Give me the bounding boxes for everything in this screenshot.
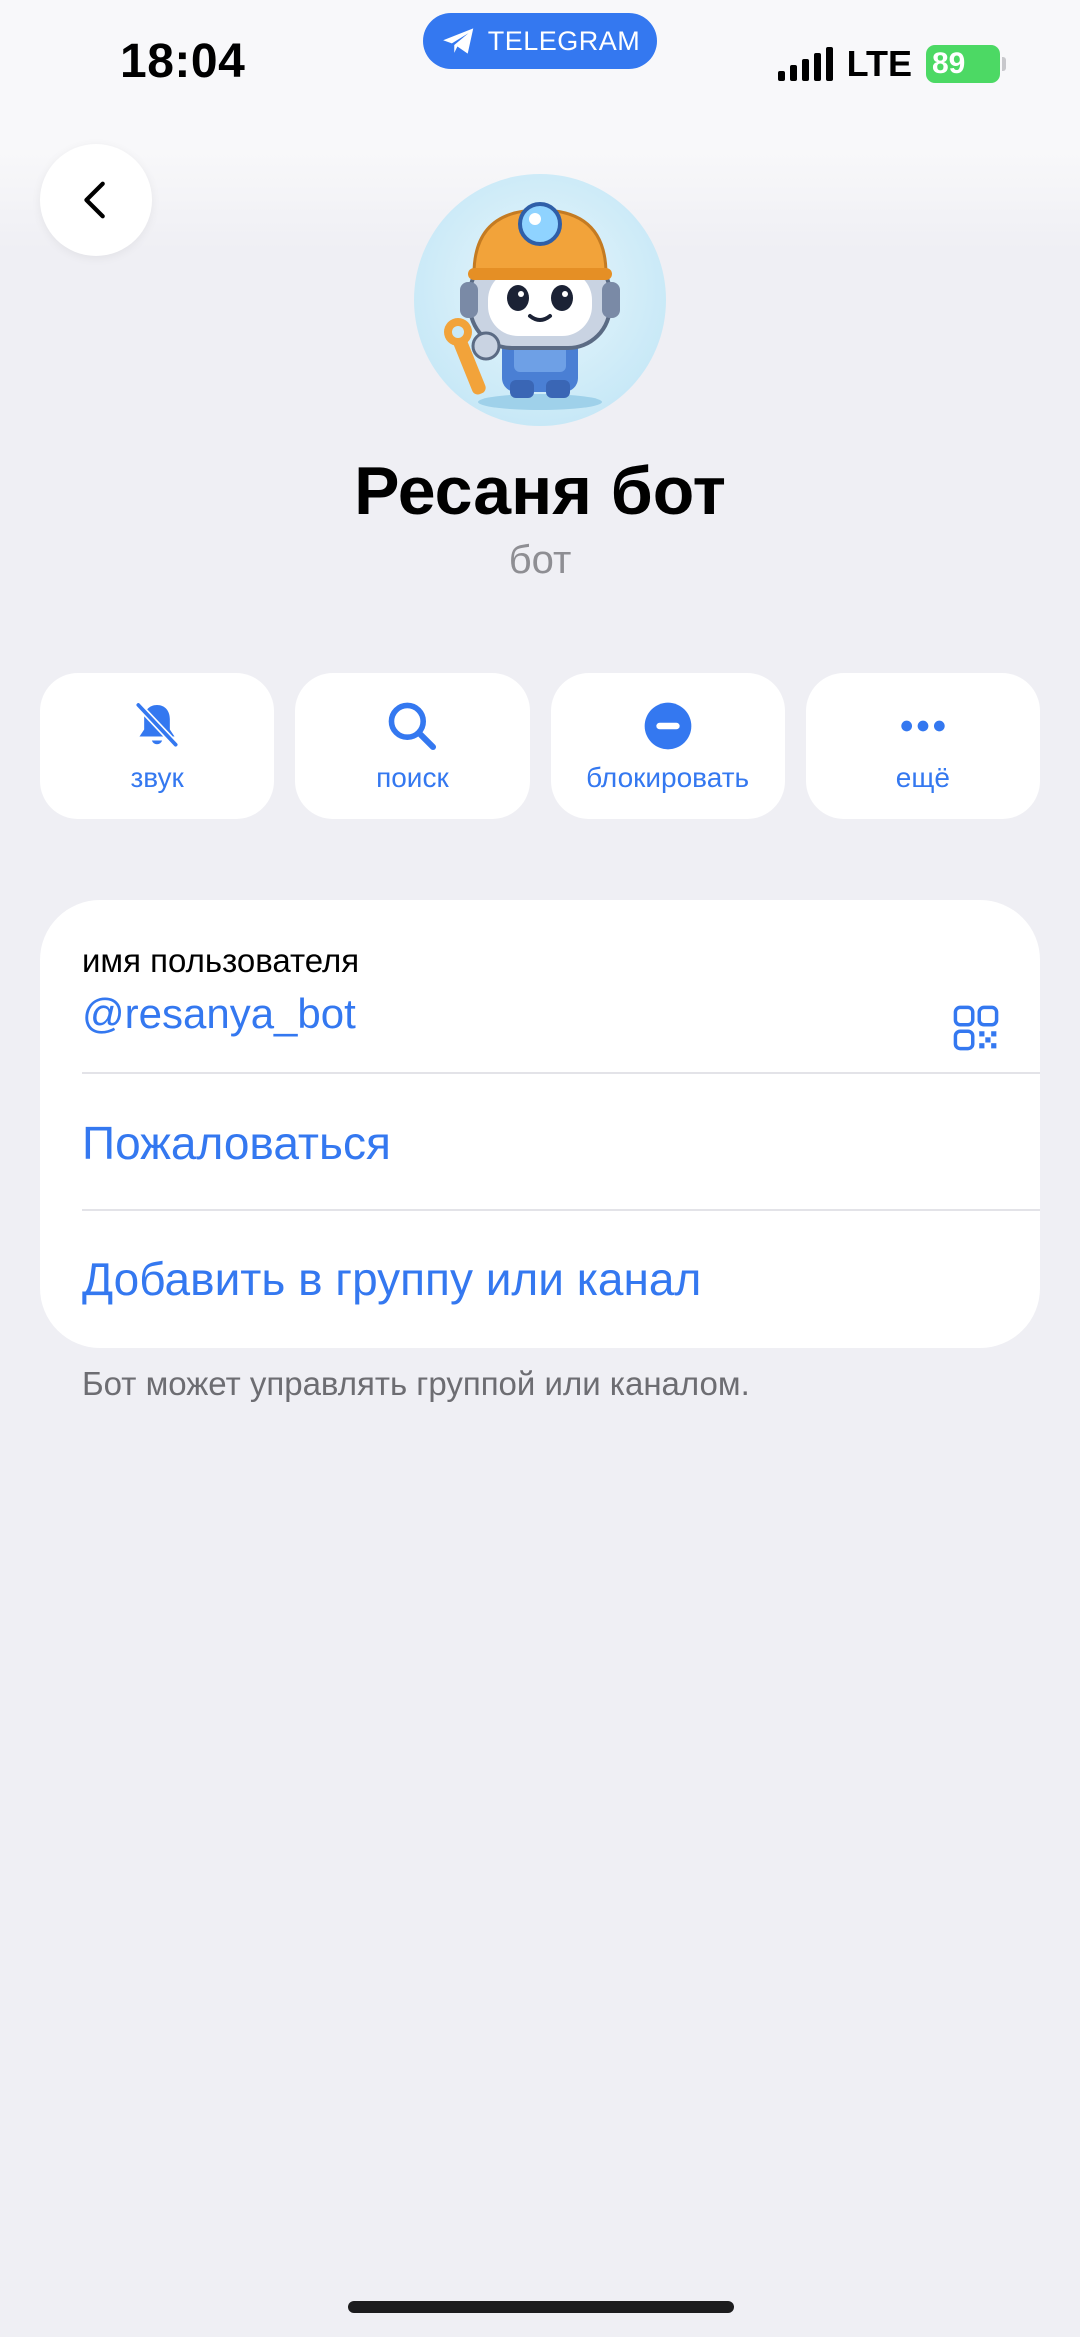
search-icon	[389, 702, 437, 751]
app-pill-label: TELEGRAM	[487, 25, 641, 56]
info-card: имя пользователя @resanya_bot Пожаловать…	[40, 900, 1040, 1348]
username-row[interactable]: имя пользователя @resanya_bot	[82, 942, 1002, 1051]
robot-avatar-image	[444, 202, 620, 410]
divider	[82, 1072, 1040, 1074]
qr-code-button[interactable]	[950, 1002, 1002, 1054]
battery-icon: 89	[926, 45, 1006, 83]
status-time: 18:04	[120, 35, 246, 88]
status-indicators: LTE 89	[777, 43, 1006, 84]
more-icon	[901, 720, 945, 732]
home-indicator[interactable]	[348, 2301, 734, 2313]
report-button[interactable]: Пожаловаться	[82, 1116, 1002, 1170]
screen: 18:04 TELEGRAM LTE 89 Ресаня бот бот зву…	[0, 0, 1080, 2337]
signal-icon	[777, 47, 833, 81]
mute-button[interactable]: звук	[40, 673, 275, 819]
username-value[interactable]: @resanya_bot	[82, 990, 1002, 1038]
add-to-group-hint: Бот может управлять группой или каналом.	[82, 1365, 750, 1402]
block-button[interactable]: блокировать	[550, 673, 785, 819]
more-button-label: ещё	[895, 762, 950, 793]
profile-subtitle: бот	[508, 538, 572, 582]
username-label: имя пользователя	[82, 942, 360, 979]
search-button-label: поиск	[376, 762, 449, 793]
network-type: LTE	[846, 43, 912, 84]
block-icon	[644, 702, 691, 750]
search-button[interactable]: поиск	[295, 673, 530, 819]
telegram-plane-icon	[442, 28, 473, 54]
back-button[interactable]	[40, 144, 152, 256]
bell-slash-icon	[135, 702, 179, 748]
telegram-return-pill[interactable]: TELEGRAM	[423, 13, 657, 69]
divider	[82, 1209, 1040, 1211]
chevron-left-icon	[84, 181, 105, 219]
battery-level: 89	[932, 47, 966, 80]
mute-button-label: звук	[130, 762, 184, 793]
action-buttons: звук поиск блокировать ещё	[40, 673, 1040, 819]
qr-code-icon	[953, 1005, 999, 1051]
more-button[interactable]: ещё	[805, 673, 1040, 819]
profile-name: Ресаня бот	[354, 453, 726, 529]
block-button-label: блокировать	[586, 762, 750, 793]
bot-avatar[interactable]	[414, 174, 666, 426]
add-to-group-button[interactable]: Добавить в группу или канал	[82, 1252, 1002, 1306]
